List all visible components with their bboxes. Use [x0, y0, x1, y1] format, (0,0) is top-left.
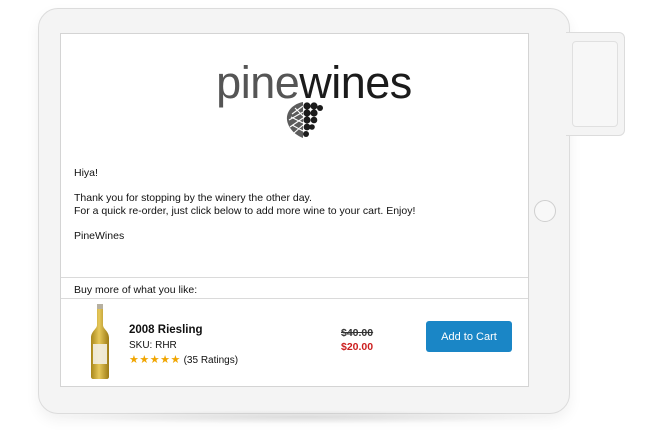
- grape-leaf-icon: [286, 102, 323, 138]
- tablet-side-tab: [566, 32, 625, 136]
- product-rating: ★★★★★ (35 Ratings): [129, 353, 238, 366]
- email-screen: pinewines Hiya! Thank you for stopping b…: [60, 33, 529, 387]
- section-title: Buy more of what you like:: [74, 284, 198, 296]
- signature-text: PineWines: [74, 230, 125, 242]
- product-sku: SKU: RHR: [129, 340, 177, 351]
- add-to-cart-button[interactable]: Add to Cart: [426, 321, 512, 352]
- section-divider: [61, 298, 528, 299]
- message-line-2: For a quick re-order, just click below t…: [74, 205, 416, 217]
- message-text: Thank you for stopping by the winery the…: [74, 192, 514, 218]
- section-divider: [61, 277, 528, 278]
- home-button[interactable]: [534, 200, 556, 222]
- original-price: $40.00: [341, 327, 374, 339]
- wine-bottle-icon: [91, 304, 109, 379]
- tablet-side-tab-inner: [572, 41, 618, 127]
- sale-price: $20.00: [341, 341, 374, 353]
- email-body: Hiya! Thank you for stopping by the wine…: [74, 167, 514, 255]
- ratings-count: (35 Ratings): [183, 355, 239, 366]
- product-name[interactable]: 2008 Riesling: [129, 324, 203, 336]
- tablet-shadow: [52, 410, 554, 424]
- rating-stars: ★★★★★: [129, 354, 181, 366]
- greeting-text: Hiya!: [74, 167, 98, 179]
- message-line-1: Thank you for stopping by the winery the…: [74, 192, 312, 204]
